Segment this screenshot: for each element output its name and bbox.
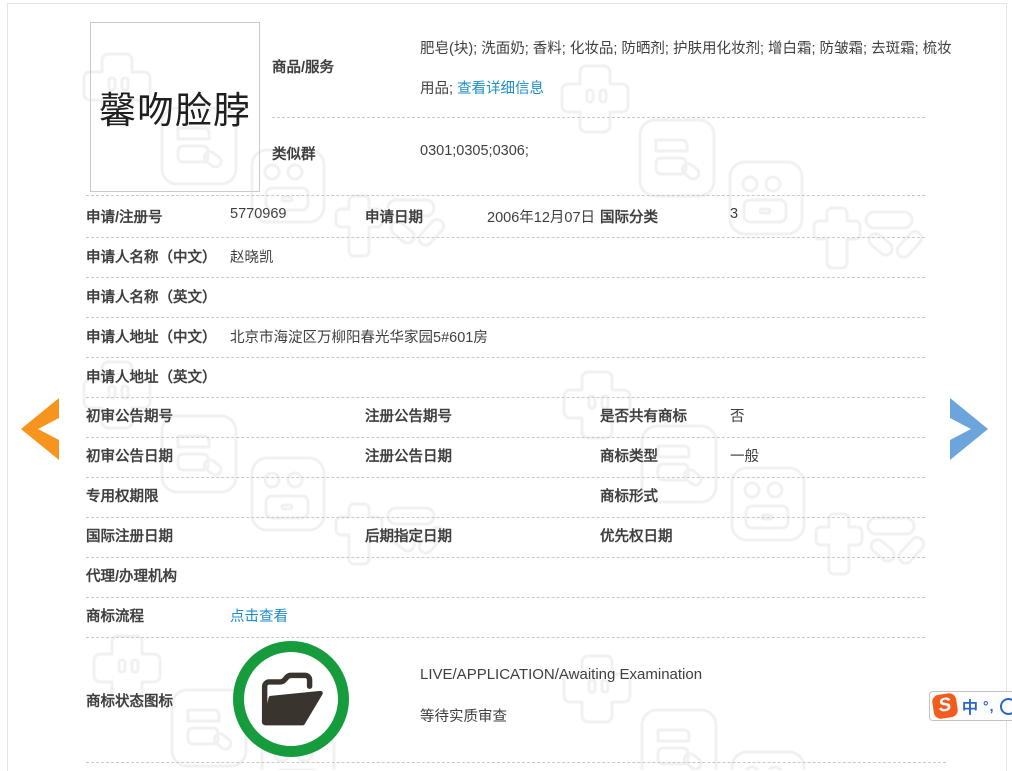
divider xyxy=(86,317,925,318)
divider xyxy=(86,517,925,518)
status-line2: 等待实质审查 xyxy=(420,705,507,726)
divider xyxy=(86,597,925,598)
chevron-right-icon xyxy=(948,398,990,460)
divider xyxy=(86,195,925,196)
open-folder-icon xyxy=(252,668,330,730)
mark-type-value: 一般 xyxy=(730,445,759,466)
reg-no-value: 5770969 xyxy=(230,206,286,222)
later-desig-date-label: 后期指定日期 xyxy=(365,525,452,546)
goods-line1: 肥皂(块); 洗面奶; 香料; 化妆品; 防晒剂; 护肤用化妆剂; 增白霜; 防… xyxy=(420,37,952,58)
divider xyxy=(86,557,925,558)
applicant-en-label: 申请人名称（英文） xyxy=(86,286,217,307)
ime-menu-icon[interactable] xyxy=(1000,698,1012,715)
divider xyxy=(86,477,925,478)
reg-no-label: 申请/注册号 xyxy=(86,206,163,227)
divider xyxy=(86,357,925,358)
similar-label: 类似群 xyxy=(272,143,316,164)
first-trial-date-label: 初审公告日期 xyxy=(86,445,173,466)
next-arrow-button[interactable] xyxy=(948,398,990,465)
shared-mark-value: 否 xyxy=(730,405,745,426)
divider xyxy=(86,637,925,638)
intl-class-value: 3 xyxy=(730,206,738,222)
divider xyxy=(86,397,925,398)
applicant-cn-value: 赵晓凯 xyxy=(230,246,274,267)
shared-mark-label: 是否共有商标 xyxy=(600,405,687,426)
mark-type-label: 商标类型 xyxy=(600,445,658,466)
address-en-label: 申请人地址（英文） xyxy=(86,366,217,387)
ime-toolbar[interactable]: S 中 °, xyxy=(929,691,1012,721)
status-line1: LIVE/APPLICATION/Awaiting Examination xyxy=(420,666,702,683)
address-cn-label: 申请人地址（中文） xyxy=(86,326,217,347)
intl-reg-date-label: 国际注册日期 xyxy=(86,525,173,546)
mark-form-label: 商标形式 xyxy=(600,485,658,506)
intl-class-label: 国际分类 xyxy=(600,206,658,227)
ime-punct-indicator[interactable]: °, xyxy=(983,698,995,714)
trademark-image: 馨吻脸脖 xyxy=(90,22,260,192)
divider xyxy=(86,762,946,763)
reg-announce-no-label: 注册公告期号 xyxy=(365,405,452,426)
status-icon-ring xyxy=(233,641,349,757)
trademark-text: 馨吻脸脖 xyxy=(99,80,251,134)
status-label: 商标状态图标 xyxy=(86,690,173,711)
goods-line2-prefix: 用品; xyxy=(420,81,457,97)
sogou-logo-icon[interactable]: S xyxy=(931,692,958,719)
agency-label: 代理/办理机构 xyxy=(86,565,177,586)
goods-detail-link[interactable]: 查看详细信息 xyxy=(457,81,544,97)
process-view-link[interactable]: 点击查看 xyxy=(230,605,288,626)
app-date-label: 申请日期 xyxy=(365,206,423,227)
priority-date-label: 优先权日期 xyxy=(600,525,673,546)
goods-label: 商品/服务 xyxy=(272,56,334,77)
similar-value: 0301;0305;0306; xyxy=(420,143,529,159)
first-trial-no-label: 初审公告期号 xyxy=(86,405,173,426)
divider xyxy=(86,237,925,238)
address-cn-value: 北京市海淀区万柳阳春光华家园5#601房 xyxy=(230,326,488,347)
chevron-left-icon xyxy=(21,398,61,460)
reg-announce-date-label: 注册公告日期 xyxy=(365,445,452,466)
applicant-cn-label: 申请人名称（中文） xyxy=(86,246,217,267)
divider xyxy=(272,117,925,118)
divider xyxy=(86,437,925,438)
prev-arrow-button[interactable] xyxy=(21,398,61,465)
goods-line2: 用品; 查看详细信息 xyxy=(420,77,544,98)
exclusive-period-label: 专用权期限 xyxy=(86,485,159,506)
divider xyxy=(86,277,925,278)
app-date-value: 2006年12月07日 xyxy=(487,206,595,227)
process-label: 商标流程 xyxy=(86,605,144,626)
ime-mode-indicator[interactable]: 中 xyxy=(962,694,978,718)
